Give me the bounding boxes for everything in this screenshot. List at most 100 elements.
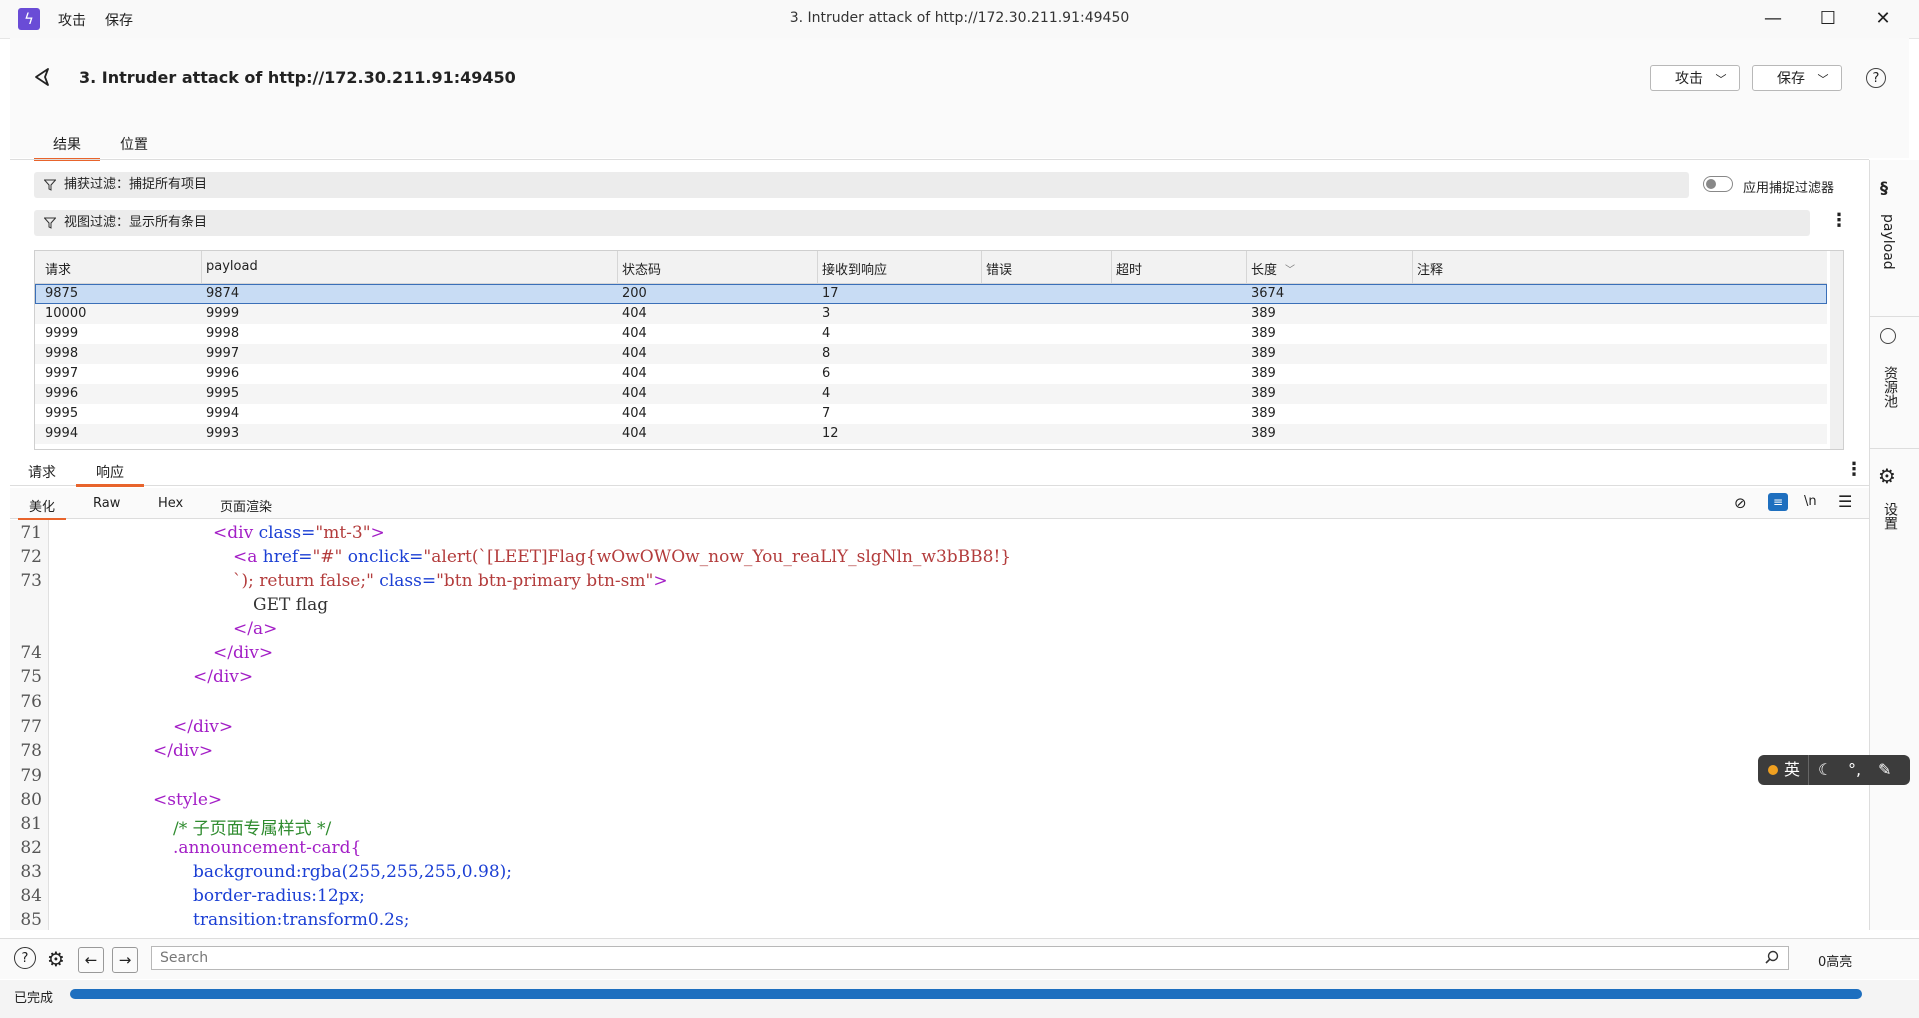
table-row[interactable]: 9995 9994 404 7 389	[35, 404, 1827, 424]
cell-response-received: 7	[822, 406, 831, 421]
cell-length: 389	[1251, 366, 1276, 381]
column-header-error[interactable]: 错误	[986, 259, 1012, 278]
ime-toolbar[interactable]: 英 ☾ °, ✎	[1758, 755, 1910, 785]
column-divider[interactable]	[617, 251, 618, 283]
sort-desc-icon[interactable]: ﹀	[1285, 261, 1295, 276]
filter-icon	[44, 179, 56, 191]
table-scrollbar[interactable]	[1830, 251, 1843, 449]
cell-payload: 9995	[206, 386, 240, 401]
column-header-payload[interactable]: payload	[206, 259, 258, 274]
code-line-83: background:rgba(255,255,255,0.98);	[193, 862, 512, 882]
tab-response[interactable]: 响应	[76, 462, 144, 487]
column-divider[interactable]	[201, 251, 202, 283]
more-options-icon[interactable]: ⋮	[1845, 459, 1863, 480]
column-divider[interactable]	[981, 251, 982, 283]
attack-dropdown-button[interactable]: 攻击 ﹀	[1650, 65, 1740, 91]
next-arrow-icon[interactable]: →	[112, 947, 138, 973]
table-row[interactable]: 9996 9995 404 4 389	[35, 384, 1827, 404]
more-options-icon[interactable]: ⋮	[1830, 210, 1848, 231]
help-icon[interactable]: ?	[14, 947, 36, 969]
line-number: 82	[20, 838, 42, 858]
code-token: transform0.2s;	[282, 910, 410, 930]
table-row[interactable]: 9994 9993 404 12 389	[35, 424, 1827, 444]
cell-length: 3674	[1251, 286, 1285, 301]
tab-raw[interactable]: Raw	[93, 496, 120, 518]
line-number: 85	[20, 910, 42, 930]
punctuation-icon[interactable]: °,	[1848, 755, 1861, 785]
table-row[interactable]: 9875 9874 200 17 3674	[35, 284, 1827, 304]
column-divider[interactable]	[817, 251, 818, 283]
ime-language[interactable]: 英	[1784, 755, 1800, 785]
search-input[interactable]: Search	[151, 946, 1789, 970]
table-row[interactable]: 9998 9997 404 8 389	[35, 344, 1827, 364]
cell-request: 9994	[45, 426, 79, 441]
table-row[interactable]: 9997 9996 404 6 389	[35, 364, 1827, 384]
previous-arrow-icon[interactable]: ←	[78, 947, 104, 973]
progress-fill	[70, 989, 1862, 999]
capture-filter-bar[interactable]: 捕获过滤：捕捉所有项目	[34, 172, 1689, 198]
column-header-status[interactable]: 状态码	[622, 259, 661, 278]
gear-icon[interactable]: ⚙	[44, 947, 68, 971]
cell-request: 9997	[45, 366, 79, 381]
tab-pretty[interactable]: 美化	[18, 496, 66, 521]
payload-icon[interactable]: §	[1880, 178, 1888, 197]
window-title: 3. Intruder attack of http://172.30.211.…	[789, 10, 1130, 26]
wrench-icon[interactable]: ✎	[1878, 755, 1891, 785]
line-number: 81	[20, 814, 42, 834]
close-button[interactable]: ✕	[1863, 5, 1903, 33]
sidebar-resource-pool[interactable]: 资源池	[1880, 366, 1900, 408]
view-filter-bar[interactable]: 视图过滤：显示所有条目	[34, 210, 1810, 236]
code-line-77: </div>	[173, 717, 234, 737]
column-divider[interactable]	[1412, 251, 1413, 283]
tab-results[interactable]: 结果	[34, 134, 100, 161]
filter-icon	[44, 217, 56, 229]
cell-payload: 9998	[206, 326, 240, 341]
cell-request: 10000	[45, 306, 87, 321]
column-header-timeout[interactable]: 超时	[1116, 259, 1142, 278]
cell-request: 9995	[45, 406, 79, 421]
line-number: 76	[20, 692, 42, 712]
menu-lines-icon[interactable]: ☰	[1838, 492, 1852, 511]
status-bar	[0, 980, 1919, 1018]
save-dropdown-button[interactable]: 保存 ﹀	[1752, 65, 1842, 91]
resource-pool-icon[interactable]	[1880, 328, 1896, 344]
code-line-75: </div>	[193, 667, 254, 687]
toggle-knob	[1706, 179, 1716, 189]
help-icon[interactable]: ?	[1866, 68, 1886, 88]
response-editor[interactable]: 71 72 73 74 75 76 77 78 79 80 81 82 83 84 85 <div clas…	[10, 520, 1869, 930]
column-header-comment[interactable]: 注释	[1417, 259, 1443, 278]
column-header-response-received[interactable]: 接收到响应	[822, 259, 887, 278]
maximize-button[interactable]: ☐	[1808, 5, 1848, 33]
cell-request: 9999	[45, 326, 79, 341]
gear-icon[interactable]: ⚙	[1878, 464, 1896, 488]
table-row[interactable]: 9999 9998 404 4 389	[35, 324, 1827, 344]
code-token: border-radius:	[193, 886, 318, 906]
tab-render[interactable]: 页面渲染	[220, 496, 272, 518]
wrap-lines-icon[interactable]: ≡	[1768, 493, 1788, 511]
sidebar-payload[interactable]: payload	[1880, 214, 1896, 270]
cell-status: 404	[622, 326, 647, 341]
tab-hex[interactable]: Hex	[158, 496, 183, 518]
tab-request[interactable]: 请求	[28, 462, 56, 484]
column-header-length[interactable]: 长度	[1251, 259, 1277, 278]
cell-payload: 9999	[206, 306, 240, 321]
newline-toggle-icon[interactable]: \n	[1804, 494, 1817, 509]
line-number: 80	[20, 790, 42, 810]
back-icon[interactable]	[32, 66, 54, 88]
apply-capture-filter-label[interactable]: 应用捕捉过滤器	[1743, 177, 1834, 196]
cell-length: 389	[1251, 306, 1276, 321]
tab-positions[interactable]: 位置	[112, 134, 156, 158]
cell-response-received: 8	[822, 346, 831, 361]
column-divider[interactable]	[1111, 251, 1112, 283]
sidebar-divider	[1869, 448, 1919, 449]
search-icon[interactable]	[1765, 950, 1779, 964]
hide-eye-icon[interactable]: ⊘	[1734, 494, 1747, 512]
code-line-81: /* 子页面专属样式 */	[173, 819, 332, 839]
column-divider[interactable]	[1246, 251, 1247, 283]
sidebar-settings[interactable]: 设置	[1880, 502, 1900, 530]
column-header-request[interactable]: 请求	[45, 259, 71, 278]
minimize-button[interactable]: —	[1753, 5, 1793, 33]
table-row[interactable]: 10000 9999 404 3 389	[35, 304, 1827, 324]
cell-length: 389	[1251, 326, 1276, 341]
moon-icon[interactable]: ☾	[1818, 755, 1832, 785]
